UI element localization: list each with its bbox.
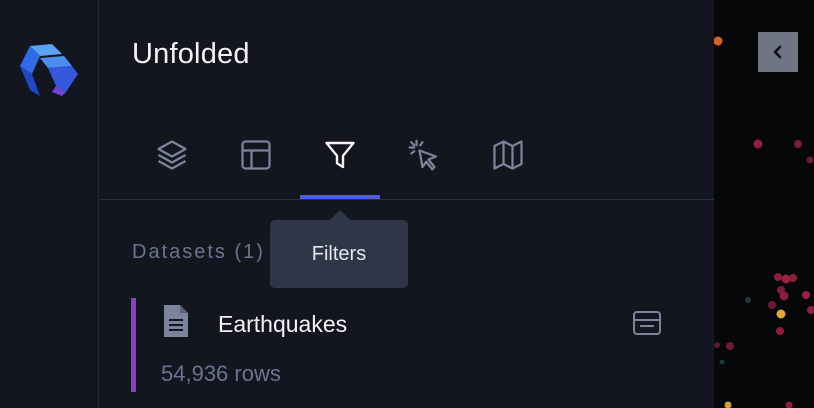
filter-icon [325,141,355,169]
layout-icon [241,140,271,170]
app-title: Unfolded [132,38,250,70]
tab-basemap[interactable] [468,124,548,200]
collapse-panel-button[interactable] [758,32,798,72]
filters-tooltip: Filters [270,220,408,288]
panel-tabs [99,124,714,200]
tooltip-arrow [330,210,350,220]
tab-tooltip[interactable] [384,124,464,200]
divider [99,199,714,200]
datasets-section-label: Datasets (1) [132,241,265,263]
cursor-click-icon [408,139,438,171]
app-logo-icon[interactable] [18,40,82,98]
map-canvas[interactable] [714,0,814,408]
map-icon [493,140,523,170]
table-icon[interactable] [632,310,662,336]
tab-interactions[interactable] [216,124,296,200]
dataset-color-bar [131,298,136,392]
side-panel: Unfolded Datasets (1) Filters Earthquake… [99,0,714,408]
chevron-left-icon [773,45,782,59]
tab-layers[interactable] [132,124,212,200]
dataset-name: Earthquakes [218,311,348,337]
file-icon [164,305,188,337]
layers-icon [157,140,187,170]
left-rail [0,0,99,408]
dataset-row-count: 54,936 rows [161,361,281,386]
dataset-item[interactable]: Earthquakes 54,936 rows [131,298,691,392]
tab-filters[interactable] [300,124,380,200]
